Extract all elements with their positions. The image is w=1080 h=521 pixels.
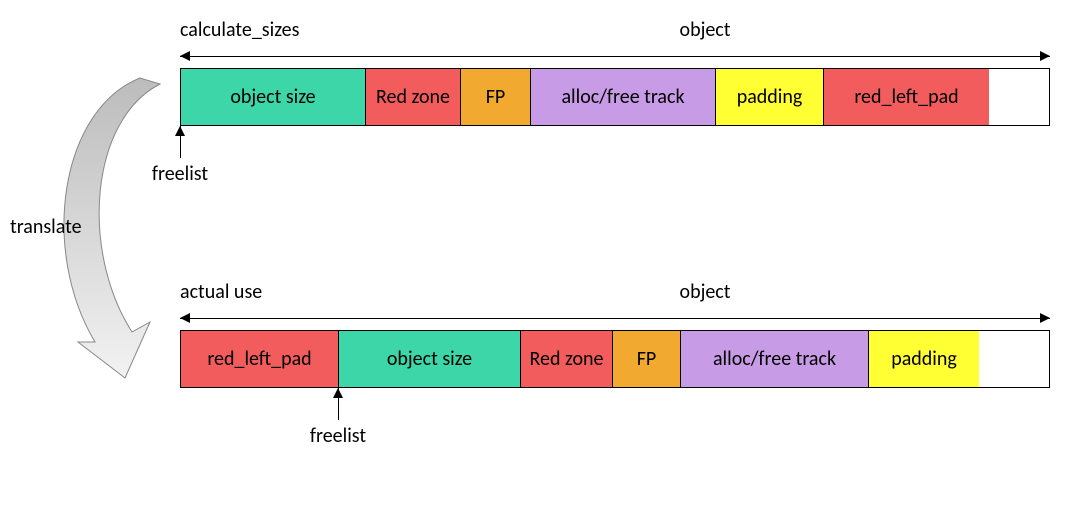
calculate-sizes-label: calculate_sizes	[180, 18, 360, 46]
actual-use-label: actual use	[180, 280, 360, 308]
segment-red-zone: Red zone	[521, 331, 613, 387]
translate-label: translate	[10, 215, 82, 239]
segment-red-left-pad: red_left_pad	[181, 331, 339, 387]
segment-padding: padding	[716, 69, 824, 125]
segment-red-zone: Red zone	[366, 69, 461, 125]
actual-use-layout: red_left_padobject sizeRed zoneFPalloc/f…	[180, 330, 1050, 388]
segment-red-left-pad: red_left_pad	[824, 69, 989, 125]
object-span-label-bottom: object	[680, 280, 731, 304]
object-span-arrow-top	[180, 48, 1050, 64]
segment-fp: FP	[461, 69, 531, 125]
object-span-label-top: object	[680, 18, 731, 42]
object-span-arrow-bottom	[180, 310, 1050, 326]
calculate-sizes-layout: object sizeRed zoneFPalloc/free trackpad…	[180, 68, 1050, 126]
calculate-sizes-header: calculate_sizes object	[180, 18, 1050, 64]
freelist-pointer-bottom: freelist	[298, 388, 378, 448]
freelist-label-bottom: freelist	[298, 424, 378, 448]
segment-padding: padding	[869, 331, 979, 387]
segment-alloc-free-track: alloc/free track	[681, 331, 869, 387]
segment-alloc-free-track: alloc/free track	[531, 69, 716, 125]
arrow-up-icon	[338, 388, 339, 420]
segment-object-size: object size	[181, 69, 366, 125]
segment-object-size: object size	[339, 331, 521, 387]
actual-use-header: actual use object	[180, 280, 1050, 326]
segment-fp: FP	[613, 331, 681, 387]
